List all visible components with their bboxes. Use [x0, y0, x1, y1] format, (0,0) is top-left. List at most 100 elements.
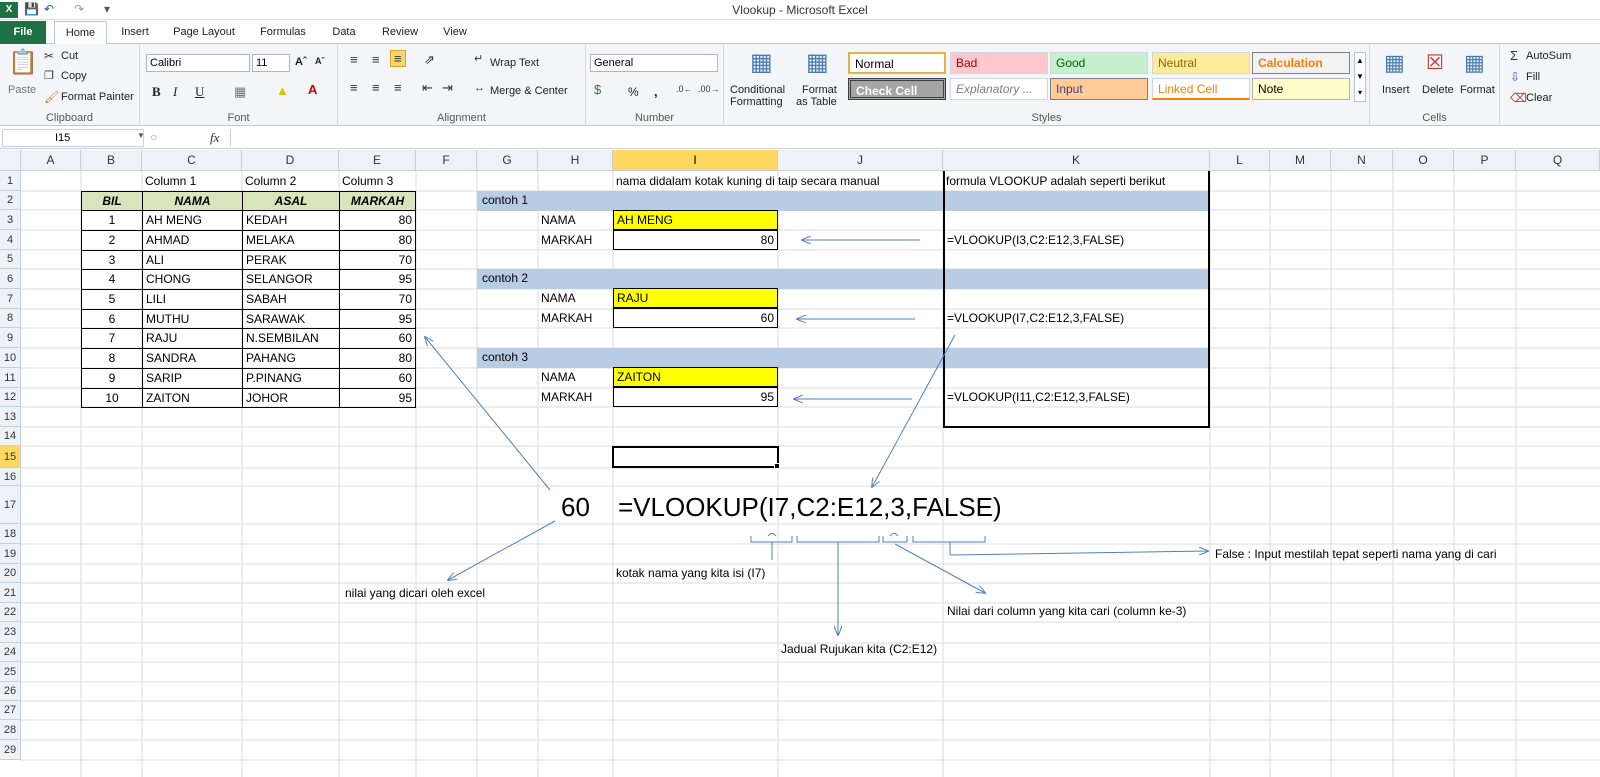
table-cell-markah[interactable]: 70 [339, 250, 416, 270]
copy-icon[interactable]: ❐ [44, 69, 54, 82]
result-value[interactable]: 60 [558, 490, 593, 524]
column-note[interactable]: Nilai dari column yang kita cari (column… [944, 602, 1189, 622]
tab-data[interactable]: Data [326, 23, 362, 44]
grow-font-icon[interactable]: Aˆ [295, 56, 307, 68]
table-cell-markah[interactable]: 80 [339, 230, 416, 251]
insert-cells-button[interactable]: Insert [1382, 84, 1410, 96]
tab-insert[interactable]: Insert [112, 23, 158, 44]
table-cell-nama[interactable]: AH MENG [142, 210, 243, 231]
fill-color-icon[interactable]: ▲ [276, 83, 289, 98]
autosum-button[interactable]: AutoSum [1526, 50, 1571, 62]
accounting-format-icon[interactable]: $ [594, 82, 601, 97]
fill-handle[interactable] [774, 463, 780, 469]
font-size-dropdown[interactable]: 11 [252, 54, 290, 72]
row-header-5[interactable]: 5 [0, 250, 21, 269]
row-header-8[interactable]: 8 [0, 309, 21, 328]
table-cell-bil[interactable]: 5 [81, 289, 143, 310]
contoh-2-markah-label[interactable]: MARKAH [538, 309, 595, 329]
delete-cells-icon[interactable]: ☒ [1426, 50, 1444, 75]
table-cell-markah[interactable]: 95 [339, 269, 416, 290]
table-cell-asal[interactable]: PAHANG [242, 348, 340, 369]
shrink-font-icon[interactable]: Aˇ [315, 56, 325, 66]
row-header-6[interactable]: 6 [0, 269, 21, 289]
table-cell-asal[interactable]: N.SEMBILAN [242, 328, 340, 349]
contoh-2-title[interactable]: contoh 2 [479, 269, 531, 289]
header-markah[interactable]: MARKAH [339, 191, 416, 211]
style-normal[interactable]: Normal [848, 52, 946, 74]
table-cell-nama[interactable]: LILI [142, 289, 243, 310]
contoh-3-markah-label[interactable]: MARKAH [538, 388, 595, 408]
style-note[interactable]: Note [1252, 78, 1350, 100]
paste-button[interactable]: Paste [8, 84, 36, 96]
table-cell-nama[interactable]: ALI [142, 250, 243, 270]
wrap-text-button[interactable]: Wrap Text [490, 57, 539, 69]
table-cell-markah[interactable]: 70 [339, 289, 416, 310]
style-explanatory[interactable]: Explanatory ... [950, 78, 1048, 100]
insert-cells-icon[interactable]: ▦ [1384, 50, 1405, 76]
tab-review[interactable]: Review [375, 23, 425, 44]
format-as-table-label-1[interactable]: Format [802, 84, 837, 96]
column-header-f[interactable]: F [416, 150, 477, 171]
name-box-dropdown-icon[interactable]: ▼ [137, 131, 145, 140]
column-3-title[interactable]: Column 3 [339, 172, 396, 192]
table-cell-nama[interactable]: SANDRA [142, 348, 243, 369]
column-header-m[interactable]: M [1270, 150, 1331, 171]
cut-icon[interactable]: ✂ [44, 49, 54, 63]
row-header-25[interactable]: 25 [0, 662, 21, 682]
format-cells-icon[interactable]: ▦ [1464, 50, 1485, 76]
style-good[interactable]: Good [1050, 52, 1148, 74]
align-middle-icon[interactable]: ≡ [372, 52, 380, 67]
row-header-3[interactable]: 3 [0, 210, 21, 230]
row-header-26[interactable]: 26 [0, 682, 21, 701]
percent-button[interactable]: % [628, 85, 639, 99]
table-cell-bil[interactable]: 8 [81, 348, 143, 369]
underline-button[interactable]: U [195, 84, 204, 100]
tab-page-layout[interactable]: Page Layout [168, 23, 240, 44]
table-cell-asal[interactable]: P.PINANG [242, 368, 340, 389]
column-2-title[interactable]: Column 2 [242, 172, 299, 192]
table-cell-markah[interactable]: 80 [339, 210, 416, 231]
cut-button[interactable]: Cut [61, 50, 78, 62]
styles-scroll[interactable]: ▲ ▼ ▾ [1354, 52, 1366, 102]
column-header-k[interactable]: K [943, 150, 1210, 171]
row-header-4[interactable]: 4 [0, 230, 21, 250]
row-header-1[interactable]: 1 [0, 171, 21, 191]
row-header-16[interactable]: 16 [0, 468, 21, 486]
column-header-q[interactable]: Q [1516, 150, 1600, 171]
yellow-note[interactable]: nama didalam kotak kuning di taip secara… [613, 172, 882, 192]
table-cell-markah[interactable]: 95 [339, 309, 416, 329]
column-header-n[interactable]: N [1331, 150, 1393, 171]
row-header-14[interactable]: 14 [0, 427, 21, 446]
table-cell-bil[interactable]: 10 [81, 388, 143, 408]
row-header-9[interactable]: 9 [0, 328, 21, 348]
expand-icon[interactable]: ○ [150, 130, 157, 144]
table-cell-nama[interactable]: MUTHU [142, 309, 243, 329]
align-right-icon[interactable]: ≡ [394, 80, 402, 95]
font-color-icon[interactable]: A [308, 82, 317, 97]
table-cell-markah[interactable]: 60 [339, 328, 416, 349]
table-cell-markah[interactable]: 95 [339, 388, 416, 408]
table-cell-asal[interactable]: SABAH [242, 289, 340, 310]
style-linked-cell[interactable]: Linked Cell [1152, 78, 1250, 100]
align-top-icon[interactable]: ≡ [350, 52, 358, 67]
style-check-cell[interactable]: Check Cell [848, 78, 946, 100]
select-all-corner[interactable] [0, 150, 21, 171]
row-header-11[interactable]: 11 [0, 368, 21, 388]
contoh-1-nama-input[interactable]: AH MENG [613, 210, 778, 230]
paste-icon[interactable]: 📋 [8, 48, 38, 77]
row-header-24[interactable]: 24 [0, 643, 21, 662]
table-cell-markah[interactable]: 80 [339, 348, 416, 369]
table-cell-bil[interactable]: 4 [81, 269, 143, 290]
row-header-13[interactable]: 13 [0, 407, 21, 427]
table-cell-nama[interactable]: SARIP [142, 368, 243, 389]
worksheet-grid[interactable]: ABCDEFGHIJKLMNOPQ 1 2 3 4 5 6 7 8 9 10 11 12 13 14 15 1… [0, 150, 1600, 777]
table-cell-asal[interactable]: SARAWAK [242, 309, 340, 329]
table-cell-bil[interactable]: 1 [81, 210, 143, 231]
contoh-3-title[interactable]: contoh 3 [479, 348, 531, 368]
contoh-2-nama-label[interactable]: NAMA [538, 289, 579, 309]
row-header-27[interactable]: 27 [0, 701, 21, 720]
contoh-2-nama-input[interactable]: RAJU [613, 288, 778, 308]
insert-function-icon[interactable]: fx [210, 130, 219, 146]
table-cell-nama[interactable]: ZAITON [142, 388, 243, 408]
format-as-table-label-2[interactable]: as Table [796, 96, 837, 108]
